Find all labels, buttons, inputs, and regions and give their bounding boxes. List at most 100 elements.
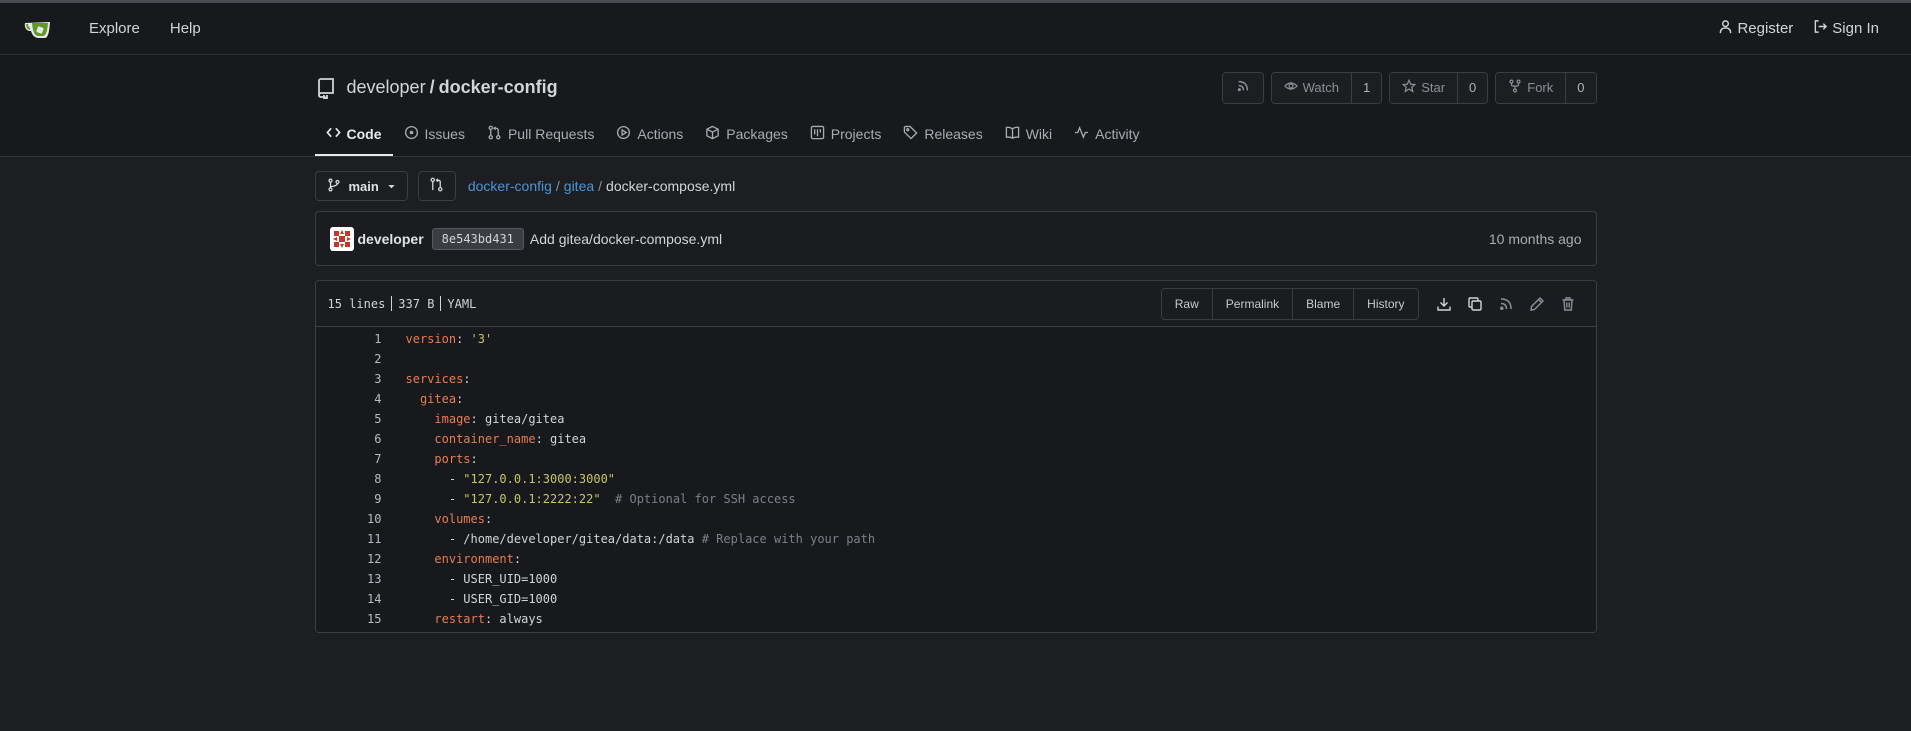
code-content: - USER_UID=1000 <box>405 572 558 586</box>
rss-button[interactable] <box>1221 71 1264 104</box>
tab-packages-label: Packages <box>726 126 788 142</box>
line-number[interactable]: 9 <box>316 492 381 506</box>
line-number[interactable]: 3 <box>316 372 381 386</box>
gitea-logo-icon[interactable] <box>22 17 52 41</box>
tab-wiki-label: Wiki <box>1025 126 1053 142</box>
sign-in-link[interactable]: Sign In <box>1803 19 1889 38</box>
branch-dropdown[interactable]: main <box>314 171 408 201</box>
breadcrumb: docker-config / gitea / docker-compose.y… <box>468 178 735 194</box>
breadcrumb-repo-link[interactable]: docker-config <box>468 178 552 194</box>
line-number[interactable]: 2 <box>316 352 381 366</box>
tag-icon <box>903 125 918 143</box>
eye-icon <box>1283 79 1298 96</box>
tab-actions[interactable]: Actions <box>605 114 694 156</box>
repo-name-link[interactable]: docker-config <box>439 77 558 97</box>
watch-button[interactable]: Watch <box>1271 72 1351 103</box>
tab-activity[interactable]: Activity <box>1063 114 1150 156</box>
nav-explore[interactable]: Explore <box>74 20 155 37</box>
line-number[interactable]: 7 <box>316 452 381 466</box>
line-number[interactable]: 11 <box>316 532 381 546</box>
breadcrumb-separator: / <box>598 178 603 194</box>
navbar: Explore Help Register Sign In <box>0 3 1911 55</box>
file-info: 15 lines 337 B YAML <box>327 296 476 311</box>
line-number[interactable]: 10 <box>316 512 381 526</box>
pull-request-icon <box>487 125 502 143</box>
copy-icon[interactable] <box>1460 296 1491 312</box>
line-number[interactable]: 13 <box>316 572 381 586</box>
code-line: 15 restart: always <box>316 609 1596 629</box>
tab-code-label: Code <box>346 126 382 142</box>
commit-sha-badge[interactable]: 8e543bd431 <box>431 227 524 250</box>
tab-code[interactable]: Code <box>314 114 393 156</box>
code-line: 9 - "127.0.0.1:2222:22" # Optional for S… <box>316 489 1596 509</box>
line-number[interactable]: 14 <box>316 592 381 606</box>
breadcrumb-current-file: docker-compose.yml <box>606 178 736 194</box>
tab-issues[interactable]: Issues <box>393 114 476 156</box>
register-label: Register <box>1737 20 1794 37</box>
download-icon[interactable] <box>1429 296 1460 312</box>
divider <box>440 296 442 311</box>
star-button[interactable]: Star <box>1390 72 1458 103</box>
play-icon <box>616 125 631 143</box>
line-number[interactable]: 1 <box>316 332 381 346</box>
tab-packages[interactable]: Packages <box>694 114 798 156</box>
code-content: - USER_GID=1000 <box>405 592 558 606</box>
watch-group: Watch 1 <box>1270 71 1383 104</box>
tab-projects-label: Projects <box>830 126 882 142</box>
code-line: 6 container_name: gitea <box>316 429 1596 449</box>
raw-button[interactable]: Raw <box>1162 289 1212 319</box>
watch-count[interactable]: 1 <box>1350 72 1382 103</box>
code-line: 7 ports: <box>316 449 1596 469</box>
avatar[interactable] <box>329 226 354 251</box>
edit-pencil-icon[interactable] <box>1522 296 1553 312</box>
code-content: environment: <box>434 552 522 566</box>
tab-pull-requests[interactable]: Pull Requests <box>476 114 605 156</box>
code-line: 2 <box>316 349 1596 369</box>
code-content: ports: <box>434 452 478 466</box>
code-content: container_name: gitea <box>434 432 587 446</box>
divider <box>391 296 393 311</box>
line-number[interactable]: 4 <box>316 392 381 406</box>
code-content: - "127.0.0.1:2222:22" # Optional for SSH… <box>405 492 796 506</box>
line-number[interactable]: 8 <box>316 472 381 486</box>
fork-icon <box>1508 79 1522 96</box>
trash-icon[interactable] <box>1553 296 1584 312</box>
line-number[interactable]: 15 <box>316 612 381 626</box>
issue-icon <box>404 125 419 143</box>
compare-button[interactable] <box>417 171 456 201</box>
permalink-button[interactable]: Permalink <box>1211 288 1292 319</box>
branch-icon <box>327 178 341 195</box>
line-number[interactable]: 12 <box>316 552 381 566</box>
rss-icon[interactable] <box>1491 296 1522 312</box>
tab-activity-label: Activity <box>1095 126 1140 142</box>
code-icon <box>325 125 341 143</box>
breadcrumb-separator: / <box>555 178 560 194</box>
tab-projects[interactable]: Projects <box>799 114 893 156</box>
commit-message[interactable]: Add gitea/docker-compose.yml <box>530 231 722 247</box>
blame-button[interactable]: Blame <box>1292 288 1353 319</box>
code-line: 4 gitea: <box>316 389 1596 409</box>
fork-button[interactable]: Fork <box>1496 72 1566 103</box>
code-line: 1 version: '3' <box>316 329 1596 349</box>
code-content: version: '3' <box>405 332 493 346</box>
breadcrumb-folder-link[interactable]: gitea <box>564 178 594 194</box>
history-button[interactable]: History <box>1353 288 1417 319</box>
line-number[interactable]: 5 <box>316 412 381 426</box>
file-line-count: 15 lines <box>327 296 386 311</box>
star-count[interactable]: 0 <box>1457 72 1488 103</box>
commit-author[interactable]: developer <box>358 231 424 247</box>
nav-help[interactable]: Help <box>155 20 216 37</box>
file-header: 15 lines 337 B YAML Raw Permalink Blame … <box>315 281 1596 327</box>
line-number[interactable]: 6 <box>316 432 381 446</box>
repo-owner-link[interactable]: developer <box>347 77 426 97</box>
fork-count[interactable]: 0 <box>1565 72 1596 103</box>
tab-issues-label: Issues <box>424 126 465 142</box>
star-group: Star 0 <box>1389 71 1489 104</box>
code-content: image: gitea/gitea <box>434 412 565 426</box>
tab-releases[interactable]: Releases <box>892 114 993 156</box>
branch-name: main <box>348 178 379 194</box>
tab-wiki[interactable]: Wiki <box>994 114 1063 156</box>
tab-releases-label: Releases <box>924 126 983 142</box>
register-link[interactable]: Register <box>1708 19 1803 38</box>
repo-tabs: Code Issues Pull Requests Actions Packag… <box>314 114 1597 156</box>
